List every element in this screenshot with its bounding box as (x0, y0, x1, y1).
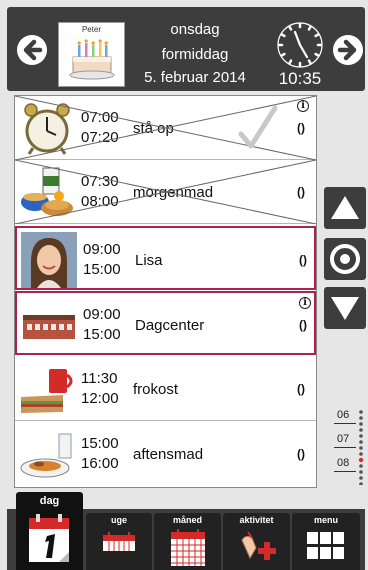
activity-end-time: 12:00 (81, 390, 119, 407)
repeat-icon: () (297, 382, 305, 396)
scroll-to-now-button[interactable] (324, 238, 366, 280)
building-icon (23, 315, 75, 339)
tab-label: dag (39, 495, 60, 507)
day-header: Peter onsdag formiddag 5. februar 2014 1… (7, 7, 365, 91)
birthday-cake-icon (69, 39, 115, 80)
activity-end-time: 16:00 (81, 455, 119, 472)
activity-row[interactable]: 07:30 08:00 morgenmad () (15, 160, 316, 224)
tab-label: måned (172, 515, 202, 525)
info-icon[interactable]: i (299, 297, 311, 309)
scroll-up-button[interactable] (324, 187, 366, 229)
date-label: 5. februar 2014 (144, 69, 246, 86)
profile-name: Peter (81, 25, 102, 34)
tab-label: uge (110, 515, 127, 525)
triangle-down-icon (331, 297, 359, 320)
timeline-scale[interactable]: 06 07 08 (334, 405, 364, 485)
timeline-label: 06 (337, 409, 350, 421)
done-cross-mark (15, 160, 316, 224)
lunch-icon (21, 369, 73, 413)
activity-title: Dagcenter (135, 317, 205, 334)
current-time-marker (358, 457, 364, 463)
activity-row-selected[interactable]: 09:00 15:00 Dagcenter i () (15, 291, 316, 355)
activity-row[interactable]: 07:00 07:20 stå op i () (15, 96, 316, 160)
activity-row[interactable]: 11:30 12:00 frokost () (15, 357, 316, 421)
done-cross-mark (15, 96, 316, 160)
activity-end-time: 15:00 (83, 326, 121, 343)
timeline-label: 08 (337, 457, 350, 469)
person-photo (21, 232, 77, 288)
activity-start-time: 09:00 (83, 241, 121, 258)
activity-start-time: 11:30 (81, 370, 118, 387)
add-activity-icon (240, 531, 276, 560)
repeat-icon: () (297, 447, 305, 461)
arrow-right-icon (337, 39, 357, 61)
tab-day[interactable]: dag (16, 492, 83, 570)
grid-menu-icon (307, 532, 344, 559)
tab-week[interactable]: uge (86, 513, 152, 570)
repeat-icon: () (299, 253, 307, 267)
tab-menu[interactable]: menu (292, 513, 360, 570)
activity-list: 07:00 07:20 stå op i () 07:30 08:00 morg… (14, 95, 317, 488)
bottom-tab-bar: dag uge måned aktivitet menu (7, 492, 365, 570)
target-circle-icon (330, 244, 360, 274)
activity-end-time: 15:00 (83, 261, 121, 278)
analog-clock-icon (277, 22, 323, 68)
next-day-button[interactable] (333, 35, 363, 65)
app-window: Peter onsdag formiddag 5. februar 2014 1… (0, 0, 368, 570)
activity-row[interactable]: 15:00 16:00 aftensmad () (15, 422, 316, 486)
repeat-icon: () (299, 318, 307, 332)
tab-label: aktivitet (239, 515, 274, 525)
timeline-label: 07 (337, 433, 350, 445)
weekday-label: onsdag (170, 21, 220, 38)
tab-label: menu (313, 515, 338, 525)
activity-row-selected[interactable]: 09:00 15:00 Lisa () (15, 226, 316, 290)
tab-month[interactable]: måned (154, 513, 221, 570)
activity-title: Lisa (135, 252, 163, 269)
activity-start-time: 09:00 (83, 306, 121, 323)
activity-title: frokost (133, 381, 179, 398)
activity-title: aftensmad (133, 446, 204, 463)
triangle-up-icon (331, 196, 359, 219)
scroll-down-button[interactable] (324, 287, 366, 329)
checkmark-icon (238, 105, 278, 149)
digital-time: 10:35 (278, 69, 322, 88)
arrow-left-icon (23, 39, 43, 61)
activity-start-time: 15:00 (81, 435, 119, 452)
daypart-label: formiddag (161, 46, 229, 63)
previous-day-button[interactable] (17, 35, 47, 65)
calendar-week-icon (103, 532, 135, 551)
dinner-icon (20, 433, 72, 478)
tab-activity[interactable]: aktivitet (223, 513, 290, 570)
calendar-month-icon (170, 529, 205, 566)
profile-picture-button[interactable]: Peter (58, 22, 125, 87)
calendar-day-icon (28, 514, 69, 562)
timeline-dots (358, 410, 364, 485)
